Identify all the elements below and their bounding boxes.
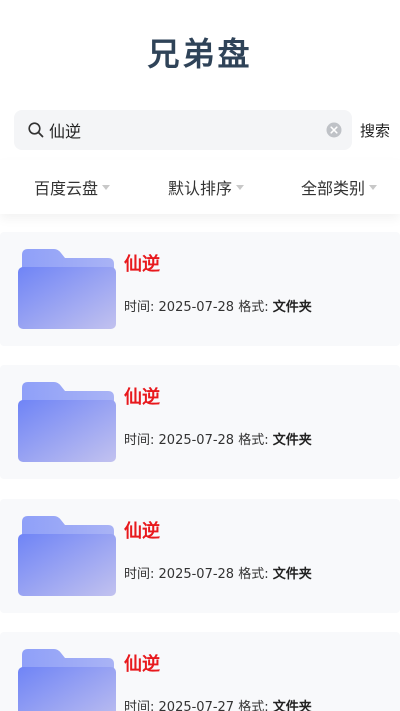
result-meta: 时间: 2025-07-28 格式: 文件夹	[124, 563, 312, 582]
filter-source-label: 百度云盘	[34, 179, 99, 198]
time-label: 时间:	[124, 300, 155, 315]
time-label: 时间:	[124, 433, 155, 448]
filter-bar: 百度云盘 默认排序 全部类别	[0, 160, 400, 214]
result-title: 仙逆	[124, 254, 160, 275]
chevron-down-icon	[102, 184, 111, 190]
result-format: 文件夹	[272, 433, 312, 448]
app-screen: 兄弟盘 搜索 百度云盘 默认排序 全部类别	[0, 0, 400, 711]
search-icon	[28, 122, 44, 138]
filter-sort[interactable]: 默认排序	[168, 175, 245, 199]
format-label: 格式:	[238, 433, 269, 448]
header: 兄弟盘	[0, 0, 400, 100]
filter-sort-label: 默认排序	[168, 179, 233, 198]
time-label: 时间:	[124, 567, 155, 582]
search-button[interactable]: 搜索	[360, 120, 390, 141]
search-box[interactable]	[14, 110, 352, 150]
search-row: 搜索	[14, 110, 394, 150]
result-meta: 时间: 2025-07-27 格式: 文件夹	[124, 696, 312, 711]
result-card[interactable]: 仙逆 时间: 2025-07-28 格式: 文件夹	[0, 365, 400, 479]
app-title: 兄弟盘	[147, 35, 253, 73]
format-label: 格式:	[238, 567, 269, 582]
folder-icon	[18, 249, 116, 329]
folder-icon	[18, 382, 116, 462]
result-format: 文件夹	[272, 567, 312, 582]
result-format: 文件夹	[272, 300, 312, 315]
result-format: 文件夹	[272, 700, 312, 711]
result-time: 2025-07-28	[158, 433, 235, 448]
chevron-down-icon	[236, 184, 245, 190]
time-label: 时间:	[124, 700, 155, 711]
format-label: 格式:	[238, 700, 269, 711]
result-card[interactable]: 仙逆 时间: 2025-07-28 格式: 文件夹	[0, 232, 400, 346]
result-card[interactable]: 仙逆 时间: 2025-07-27 格式: 文件夹	[0, 632, 400, 711]
result-time: 2025-07-27	[158, 700, 235, 711]
result-title: 仙逆	[124, 654, 160, 675]
result-time: 2025-07-28	[158, 567, 235, 582]
search-input[interactable]	[49, 110, 326, 150]
result-title: 仙逆	[124, 387, 160, 408]
result-card[interactable]: 仙逆 时间: 2025-07-28 格式: 文件夹	[0, 499, 400, 613]
result-title: 仙逆	[124, 521, 160, 542]
result-meta: 时间: 2025-07-28 格式: 文件夹	[124, 296, 312, 315]
filter-category[interactable]: 全部类别	[301, 175, 378, 199]
format-label: 格式:	[238, 300, 269, 315]
filter-category-label: 全部类别	[301, 179, 366, 198]
folder-icon	[18, 649, 116, 711]
result-time: 2025-07-28	[158, 300, 235, 315]
filter-source[interactable]: 百度云盘	[34, 175, 111, 199]
folder-icon	[18, 516, 116, 596]
result-meta: 时间: 2025-07-28 格式: 文件夹	[124, 429, 312, 448]
clear-icon[interactable]	[326, 122, 342, 138]
chevron-down-icon	[369, 184, 378, 190]
